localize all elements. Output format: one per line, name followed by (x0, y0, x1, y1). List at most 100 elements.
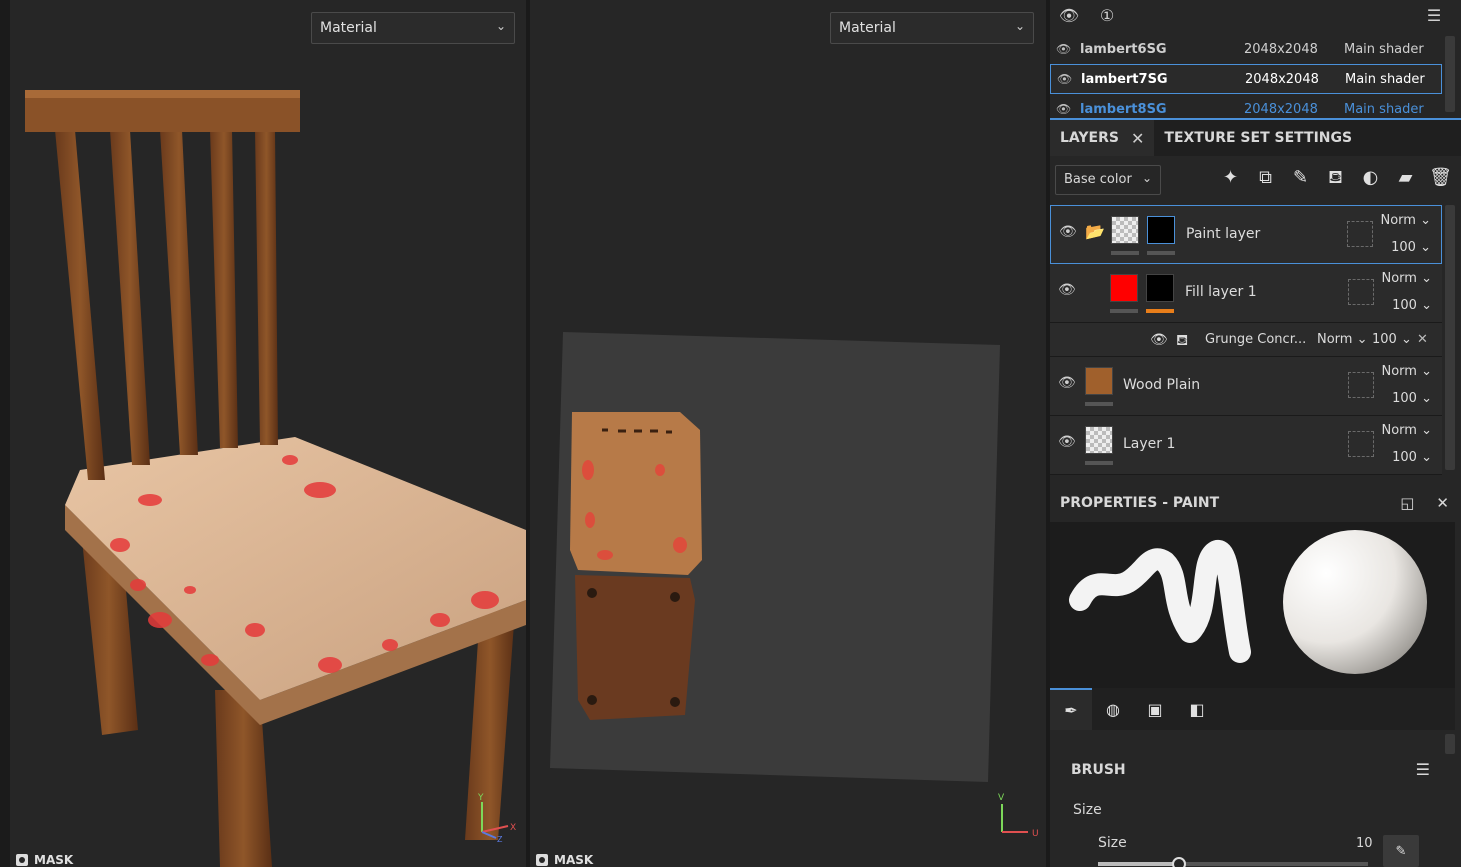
layer-name: Fill layer 1 (1185, 284, 1257, 300)
effect-blend-select[interactable]: Norm ⌄ (1317, 332, 1368, 347)
eye-icon[interactable]: 👁 (1058, 282, 1076, 298)
material-tab-icon[interactable]: ◧ (1176, 688, 1218, 730)
magic-wand-icon[interactable]: ✦ (1218, 165, 1243, 190)
close-icon[interactable]: ✕ (1131, 129, 1144, 148)
chevron-down-icon: ⌄ (1014, 19, 1025, 33)
fill-bucket-icon[interactable]: ⛾ (1323, 165, 1348, 190)
blend-mode-select[interactable]: Norm ⌄ (1382, 364, 1433, 379)
opacity-field[interactable]: 100 ⌄ (1392, 450, 1432, 465)
blend-mode-select[interactable]: Norm ⌄ (1382, 271, 1433, 286)
visibility-settings-icon[interactable]: 👁 (1058, 5, 1080, 27)
layer-thumb-bar (1085, 402, 1113, 406)
size-slider-fill (1098, 862, 1179, 866)
close-icon[interactable]: ✕ (1417, 332, 1428, 347)
viewport-2d-mode-select[interactable]: Material ⌄ (830, 12, 1034, 44)
viewport-2d-mode-label: Material (839, 20, 896, 36)
opacity-field[interactable]: 100 ⌄ (1391, 240, 1431, 255)
blend-mode-select[interactable]: Norm ⌄ (1382, 423, 1433, 438)
layer-thumb-bar (1085, 461, 1113, 465)
effect-name: Grunge Concr... (1205, 332, 1307, 347)
mask-label: MASK (34, 853, 74, 867)
paint-brush-icon[interactable]: ✎ (1288, 165, 1313, 190)
opacity-value: 100 (1392, 450, 1417, 465)
trash-icon[interactable]: 🗑 (1428, 165, 1453, 190)
properties-tabs: ✒ ◍ ▣ ◧ (1050, 688, 1455, 730)
texture-set-name: lambert8SG (1080, 101, 1167, 115)
add-mask-icon[interactable]: ⧉ (1253, 165, 1278, 190)
eye-icon[interactable]: 👁 (1056, 102, 1072, 114)
eye-icon[interactable]: 👁 (1150, 332, 1168, 348)
texture-set-row-selected[interactable]: 👁 lambert7SG 2048x2048 Main shader (1050, 64, 1442, 94)
uv-render (550, 332, 1000, 782)
opacity-field[interactable]: 100 ⌄ (1392, 298, 1432, 313)
folder-icon[interactable]: ▰ (1393, 165, 1418, 190)
texture-set-scrollbar[interactable] (1445, 36, 1455, 112)
eye-icon[interactable]: 👁 (1058, 375, 1076, 391)
eye-icon[interactable]: 👁 (1056, 42, 1072, 56)
texture-set-row[interactable]: 👁 lambert8SG 2048x2048 Main shader (1050, 94, 1442, 115)
eye-icon[interactable]: 👁 (1059, 224, 1077, 240)
texture-set-resolution: 2048x2048 (1244, 101, 1318, 115)
properties-title: PROPERTIES - PAINT (1060, 495, 1220, 511)
size-value[interactable]: 10 (1356, 836, 1373, 851)
eye-icon[interactable]: 👁 (1057, 72, 1073, 86)
folder-open-icon[interactable]: 📂 (1085, 222, 1105, 241)
size-slider-knob[interactable] (1172, 857, 1186, 867)
opacity-value: 100 (1391, 240, 1416, 255)
uv-axis-gizmo: V U (998, 793, 1039, 839)
mask-indicator[interactable]: MASK (16, 853, 73, 867)
layer-scrollbar[interactable] (1445, 205, 1455, 470)
brush-tab-icon[interactable]: ✒ (1050, 688, 1092, 730)
properties-scrollbar[interactable] (1445, 734, 1455, 754)
texture-set-resolution: 2048x2048 (1244, 41, 1318, 57)
viewport-2d[interactable]: Material ⌄ V U MASK (530, 0, 1046, 867)
alpha-tab-icon[interactable]: ◍ (1092, 688, 1134, 730)
undock-icon[interactable]: ◱ (1400, 494, 1414, 512)
layers-tabbar: LAYERS ✕ TEXTURE SET SETTINGS (1050, 118, 1461, 156)
axis-v-label: V (998, 793, 1005, 803)
viewport-mode-select[interactable]: Material ⌄ (311, 12, 515, 44)
size-slider[interactable] (1098, 857, 1368, 867)
mask-label: MASK (554, 853, 594, 867)
list-menu-icon[interactable]: ☰ (1416, 760, 1430, 779)
mask-effect-row[interactable]: 👁 ⛾ Grunge Concr... Norm ⌄ 100 ⌄ ✕ (1050, 323, 1442, 357)
layer-row-fill[interactable]: 👁 Fill layer 1 Norm ⌄ 100 ⌄ (1050, 264, 1442, 323)
tab-texture-set-settings[interactable]: TEXTURE SET SETTINGS (1154, 120, 1362, 156)
close-icon[interactable]: ✕ (1436, 494, 1449, 512)
tab-layers[interactable]: LAYERS ✕ (1050, 120, 1155, 156)
texture-set-name: lambert6SG (1080, 41, 1167, 57)
layer-row-layer1[interactable]: 👁 Layer 1 Norm ⌄ 100 ⌄ (1050, 416, 1442, 475)
mask-icon (16, 854, 28, 866)
layer-thumbnail (1085, 367, 1113, 395)
mask-thumbnail[interactable] (1146, 274, 1174, 302)
layer-row-paint[interactable]: 👁 📂 Paint layer Norm ⌄ 100 ⌄ (1050, 205, 1442, 264)
opacity-field[interactable]: 100 ⌄ (1392, 391, 1432, 406)
channel-select[interactable]: Base color ⌄ (1055, 165, 1161, 195)
solo-icon[interactable]: ① (1096, 5, 1118, 27)
mask-indicator-2d[interactable]: MASK (536, 853, 593, 867)
blend-mode-label: Norm (1380, 213, 1416, 228)
stencil-tab-icon[interactable]: ▣ (1134, 688, 1176, 730)
properties-header: PROPERTIES - PAINT ◱ ✕ (1050, 484, 1461, 522)
viewport-3d[interactable]: Material ⌄ Y X Z MASK (10, 0, 526, 867)
chevron-down-icon: ⌄ (495, 19, 506, 33)
texture-set-name: lambert7SG (1081, 71, 1168, 87)
chair-render (25, 90, 526, 867)
eye-icon[interactable]: 👁 (1058, 434, 1076, 450)
mask-thumbnail[interactable] (1147, 216, 1175, 244)
layer-thumbnail (1085, 426, 1113, 454)
layer-row-wood[interactable]: 👁 Wood Plain Norm ⌄ 100 ⌄ (1050, 357, 1442, 416)
texture-set-row[interactable]: 👁 lambert6SG 2048x2048 Main shader (1050, 34, 1442, 64)
smart-material-icon[interactable]: ◐ (1358, 165, 1383, 190)
blend-mode-label: Norm (1381, 423, 1417, 438)
brush-title: BRUSH (1071, 762, 1126, 778)
pen-pressure-button[interactable]: ✎ (1383, 835, 1419, 867)
tab-texture-set-settings-label: TEXTURE SET SETTINGS (1164, 130, 1353, 146)
axis-u-label: U (1032, 829, 1039, 839)
effect-opacity-field[interactable]: 100 ⌄ (1372, 332, 1412, 347)
left-strip (0, 0, 10, 867)
list-menu-icon[interactable]: ☰ (1423, 5, 1445, 27)
blend-preview-box (1348, 279, 1374, 305)
stroke-preview (1069, 530, 1427, 674)
blend-mode-select[interactable]: Norm ⌄ (1381, 213, 1432, 228)
